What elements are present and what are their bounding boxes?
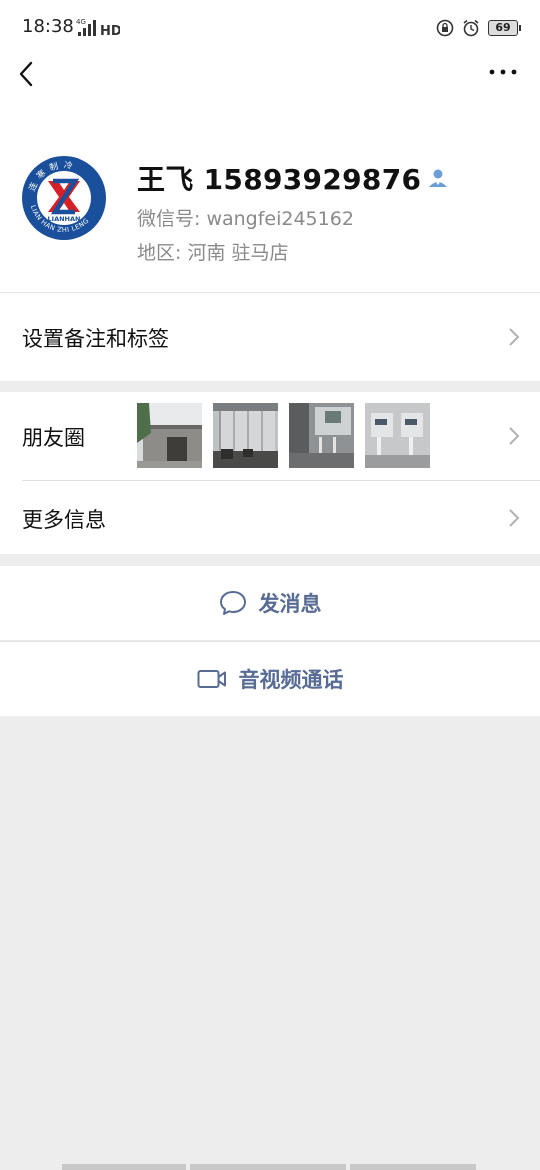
moment-photo[interactable] (137, 403, 202, 468)
chevron-right-icon (509, 328, 520, 346)
moments-label: 朋友圈 (22, 426, 85, 450)
contact-name: 王飞 15893929876 (137, 163, 422, 196)
more-info-row[interactable]: 更多信息 (0, 480, 540, 554)
status-time: 18:38 (22, 16, 74, 37)
svg-text:HD: HD (100, 24, 120, 38)
logo-brand-en: LIANHAN (48, 215, 81, 223)
send-message-button[interactable]: 发消息 (0, 566, 540, 640)
wechat-id: 微信号: wangfei245162 (137, 208, 354, 230)
svg-text:4G: 4G (76, 18, 86, 26)
moment-photo[interactable] (289, 403, 354, 468)
region: 地区: 河南 驻马店 (137, 242, 289, 264)
chat-bubble-icon (219, 591, 246, 615)
more-dots-icon[interactable] (488, 62, 518, 86)
chevron-right-icon (509, 509, 520, 527)
video-call-label: 音视频通话 (238, 668, 344, 692)
moments-row[interactable]: 朋友圈 (0, 392, 540, 480)
chevron-left-icon[interactable] (12, 58, 46, 92)
battery-icon: 69 (488, 20, 521, 36)
profile-card: 连寒制冷 LIAN HAN ZHI LENG LIANHAN 王飞 158939… (0, 114, 540, 292)
moment-photo[interactable] (213, 403, 278, 468)
status-bar: 18:38 4G HD 69 (0, 0, 540, 56)
nav-bar-segment (350, 1164, 476, 1170)
nav-bar-segment (190, 1164, 346, 1170)
system-nav-bar (62, 1164, 476, 1170)
video-call-button[interactable]: 音视频通话 (0, 642, 540, 716)
nav-bar (0, 56, 540, 114)
set-remark-row[interactable]: 设置备注和标签 (0, 292, 540, 381)
moments-thumbnails (137, 403, 430, 468)
video-camera-icon (197, 670, 226, 688)
send-message-label: 发消息 (258, 592, 322, 616)
status-icons: 69 (436, 16, 521, 40)
avatar[interactable]: 连寒制冷 LIAN HAN ZHI LENG LIANHAN (20, 154, 108, 242)
row-divider (22, 480, 540, 481)
name-line: 王飞 15893929876 (137, 158, 449, 198)
set-remark-label: 设置备注和标签 (22, 327, 169, 351)
chevron-right-icon (509, 427, 520, 445)
alarm-icon (463, 19, 479, 37)
more-info-label: 更多信息 (22, 508, 106, 532)
signal-icon: 4G HD (76, 18, 120, 38)
contact-person-icon (429, 169, 448, 187)
lock-rotation-icon (436, 19, 454, 37)
moment-photo[interactable] (365, 403, 430, 468)
nav-bar-segment (62, 1164, 186, 1170)
